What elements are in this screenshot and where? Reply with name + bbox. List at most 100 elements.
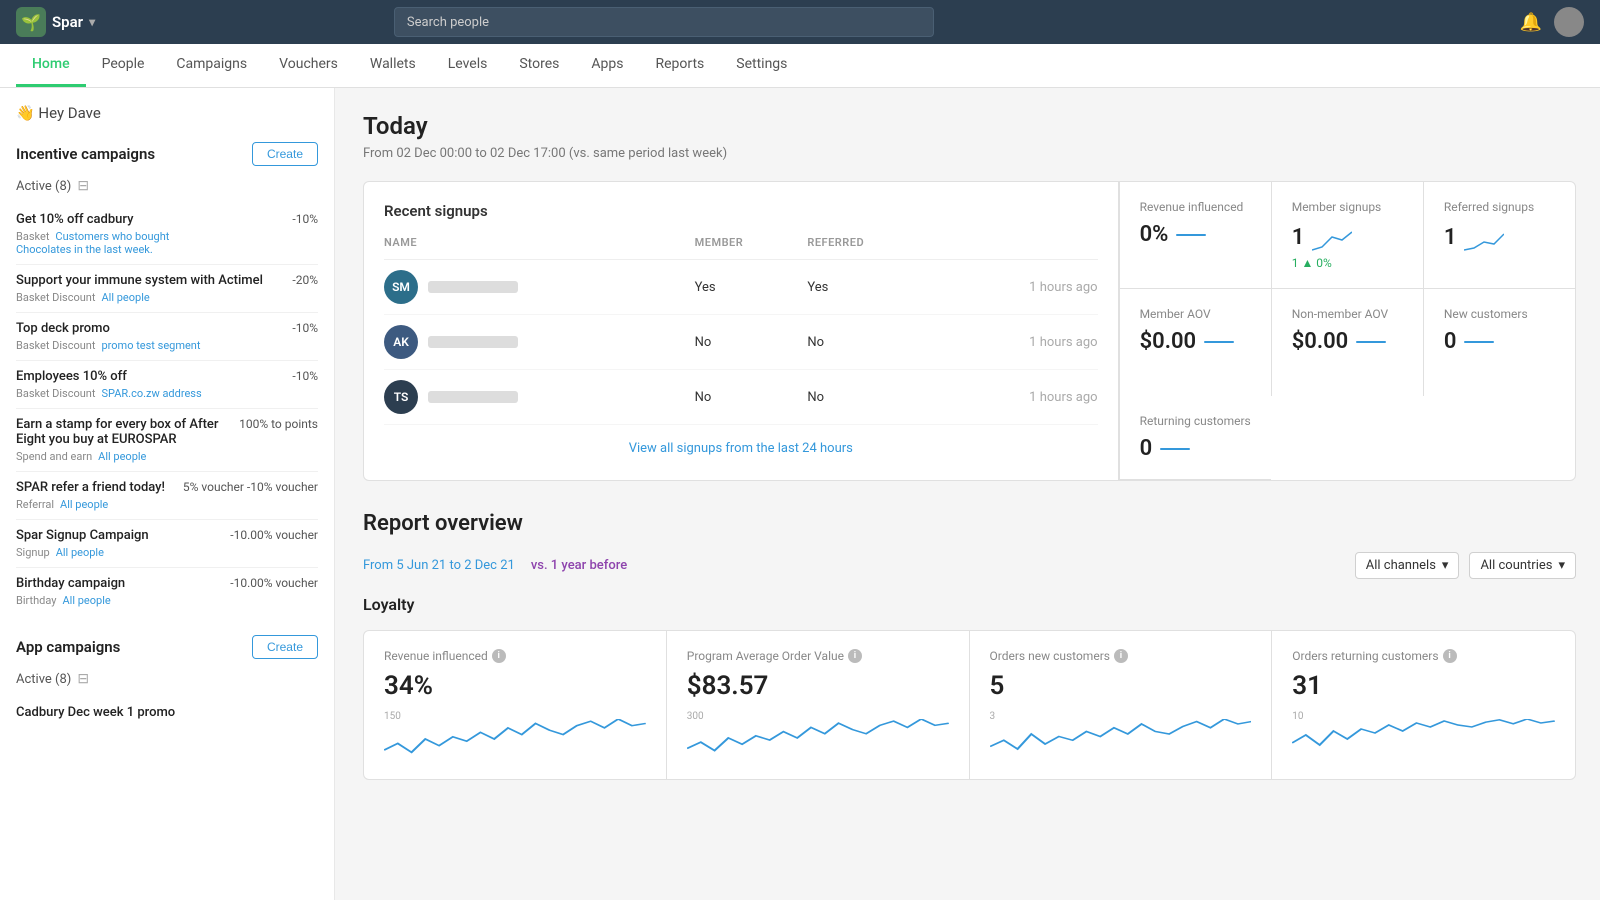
signups-table: NAME MEMBER REFERRED SM Yes Yes 1 hours … [384, 236, 1098, 425]
loyalty-chart: 10 [1292, 711, 1555, 761]
user-avatar: SM [384, 270, 418, 304]
incentive-create-button[interactable]: Create [252, 142, 318, 166]
app-collapse-icon[interactable]: ⊟ [77, 671, 89, 687]
channels-dropdown[interactable]: All channels ▾ [1355, 552, 1460, 579]
loyalty-card-label: Revenue influenced i [384, 649, 646, 663]
nav-wallets[interactable]: Wallets [354, 44, 432, 87]
campaign-segment-link[interactable]: Customers who bought [55, 230, 169, 243]
loyalty-value: 5 [990, 671, 1252, 701]
app-campaigns-title: App campaigns [16, 638, 120, 656]
info-icon[interactable]: i [1114, 649, 1128, 663]
notification-icon[interactable]: 🔔 [1520, 12, 1542, 33]
table-row: AK No No 1 hours ago [384, 315, 1098, 370]
nav-settings[interactable]: Settings [720, 44, 803, 87]
channels-chevron-icon: ▾ [1442, 558, 1449, 573]
col-time [939, 236, 1098, 260]
info-icon[interactable]: i [848, 649, 862, 663]
table-row: SM Yes Yes 1 hours ago [384, 260, 1098, 315]
col-name: NAME [384, 236, 695, 260]
col-referred: REFERRED [807, 236, 939, 260]
incentive-collapse-icon[interactable]: ⊟ [77, 178, 89, 194]
brand-chevron-icon: ▾ [89, 15, 95, 29]
app-create-button[interactable]: Create [252, 635, 318, 659]
name-blur [428, 391, 518, 403]
campaign-segment-link[interactable]: All people [101, 291, 149, 304]
stat-line-nonmember [1356, 341, 1386, 343]
nav-people[interactable]: People [86, 44, 161, 87]
campaign-name: Get 10% off cadbury [16, 212, 169, 227]
nav-apps[interactable]: Apps [575, 44, 639, 87]
campaign-segment-link[interactable]: All people [56, 546, 104, 559]
report-controls: From 5 Jun 21 to 2 Dec 21 vs. 1 year bef… [363, 552, 1576, 579]
campaign-segment-link[interactable]: promo test segment [101, 339, 200, 352]
incentive-active-label: Active (8) ⊟ [16, 178, 318, 194]
campaign-segment-link[interactable]: All people [98, 450, 146, 463]
main-content: Today From 02 Dec 00:00 to 02 Dec 17:00 … [335, 88, 1600, 900]
campaign-detail-link[interactable]: Chocolates in the last week. [16, 243, 153, 256]
chart-svg [687, 719, 949, 759]
loyalty-card: Orders new customers i 5 3 [970, 631, 1273, 779]
incentive-campaign-list: Get 10% off cadbury Basket Customers who… [16, 204, 318, 615]
stat-line-icon [1176, 234, 1206, 236]
today-section: Recent signups NAME MEMBER REFERRED SM [363, 181, 1576, 481]
campaign-discount: -10% [292, 212, 318, 226]
loyalty-card: Program Average Order Value i $83.57 300 [667, 631, 970, 779]
loyalty-value: $83.57 [687, 671, 949, 701]
stat-line-new [1464, 341, 1494, 343]
list-item: Birthday campaign Birthday All people -1… [16, 568, 318, 615]
info-icon[interactable]: i [492, 649, 506, 663]
chart-svg [1292, 719, 1555, 759]
list-item: Employees 10% off Basket Discount SPAR.c… [16, 361, 318, 409]
loyalty-cards: Revenue influenced i 34% 150 Program Ave… [363, 630, 1576, 780]
loyalty-value: 31 [1292, 671, 1555, 701]
stat-new-customers: New customers 0 [1423, 289, 1575, 396]
campaign-meta: Basket Discount SPAR.co.zw address [16, 387, 202, 400]
nav-reports[interactable]: Reports [639, 44, 720, 87]
campaign-discount: -10.00% voucher [230, 576, 318, 590]
campaign-meta: Referral All people [16, 498, 165, 511]
nav-home[interactable]: Home [16, 44, 86, 87]
stats-grid: Revenue influenced 0% Member signups 1 1… [1119, 182, 1575, 480]
campaign-meta: Spend and earn All people [16, 450, 231, 463]
list-item: Spar Signup Campaign Signup All people -… [16, 520, 318, 568]
loyalty-card-label: Program Average Order Value i [687, 649, 949, 663]
stat-referred-signups: Referred signups 1 [1423, 182, 1575, 289]
campaign-name: Earn a stamp for every box of After Eigh… [16, 417, 231, 447]
campaign-name: Employees 10% off [16, 369, 202, 384]
signups-title: Recent signups [384, 202, 1098, 220]
table-row: TS No No 1 hours ago [384, 370, 1098, 425]
campaign-discount: -20% [292, 273, 318, 287]
list-item: Earn a stamp for every box of After Eigh… [16, 409, 318, 472]
avatar[interactable] [1554, 7, 1584, 37]
campaign-segment-link[interactable]: SPAR.co.zw address [101, 387, 201, 400]
list-item: Get 10% off cadbury Basket Customers who… [16, 204, 318, 265]
search-bar[interactable]: Search people [394, 7, 934, 37]
nav-stores[interactable]: Stores [503, 44, 575, 87]
comparison-link[interactable]: vs. 1 year before [531, 558, 627, 573]
list-item: Support your immune system with Actimel … [16, 265, 318, 313]
stat-member-signups: Member signups 1 1 ▲ 0% [1271, 182, 1423, 289]
loyalty-title: Loyalty [363, 595, 1576, 614]
campaign-name: Support your immune system with Actimel [16, 273, 263, 288]
view-all-signups-link[interactable]: View all signups from the last 24 hours [384, 441, 1098, 456]
nav-vouchers[interactable]: Vouchers [263, 44, 354, 87]
countries-dropdown[interactable]: All countries ▾ [1469, 552, 1576, 579]
report-overview-header: Report overview [363, 511, 1576, 536]
date-range-link[interactable]: From 5 Jun 21 to 2 Dec 21 [363, 558, 515, 573]
stat-nonmember-aov: Non-member AOV $0.00 [1271, 289, 1423, 396]
app-active-label: Active (8) ⊟ [16, 671, 318, 687]
nav-campaigns[interactable]: Campaigns [160, 44, 263, 87]
campaign-discount: -10.00% voucher [230, 528, 318, 542]
report-section: Report overview [363, 511, 523, 536]
brand-logo[interactable]: 🌱 Spar ▾ [16, 7, 95, 37]
campaign-segment-link[interactable]: All people [60, 498, 108, 511]
nav-levels[interactable]: Levels [432, 44, 504, 87]
app-section-header: App campaigns Create [16, 635, 318, 659]
campaign-meta: Birthday All people [16, 594, 125, 607]
info-icon[interactable]: i [1443, 649, 1457, 663]
campaign-segment-link[interactable]: All people [63, 594, 111, 607]
list-item: SPAR refer a friend today! Referral All … [16, 472, 318, 520]
stat-line-returning [1160, 448, 1190, 450]
campaign-discount: -10% [292, 321, 318, 335]
loyalty-card-label: Orders returning customers i [1292, 649, 1555, 663]
